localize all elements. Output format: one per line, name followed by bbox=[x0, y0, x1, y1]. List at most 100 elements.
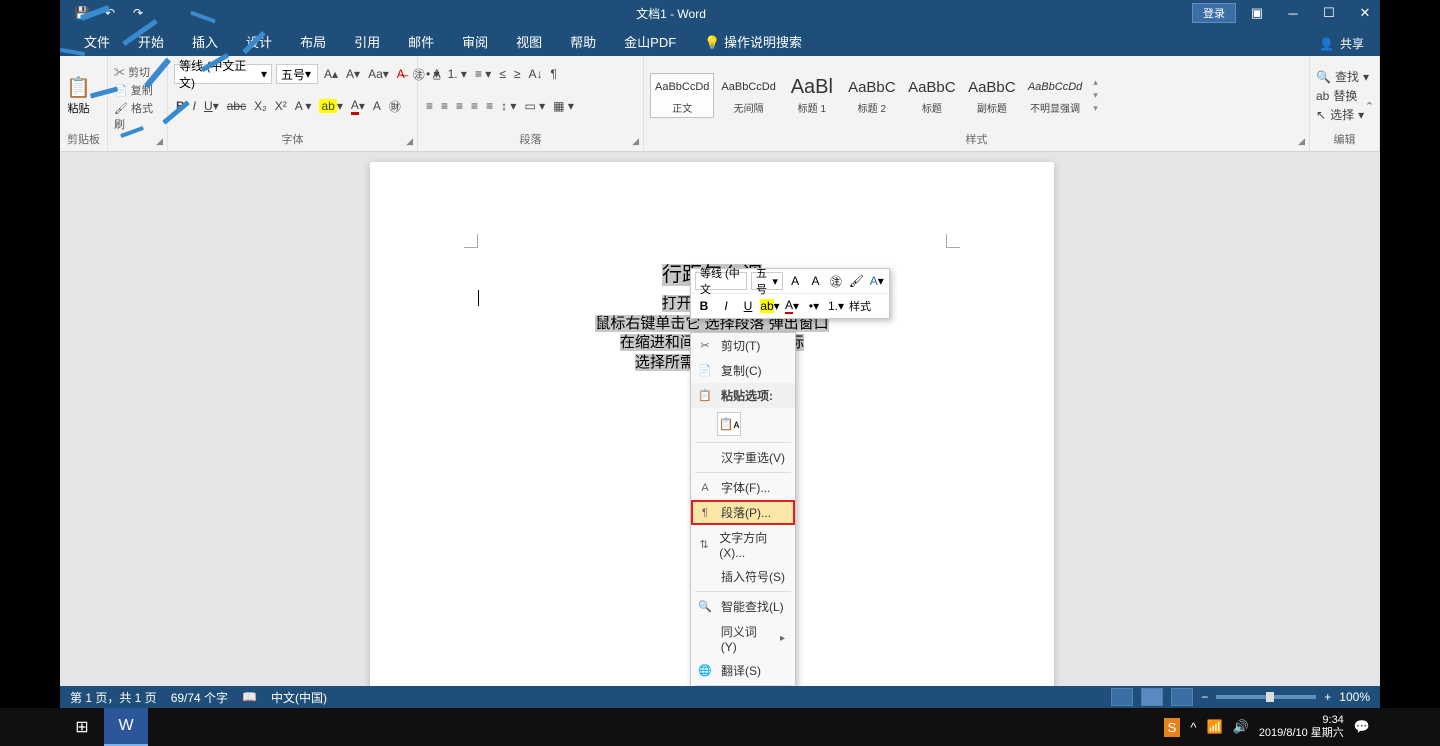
ctx-cut[interactable]: ✂剪切(T) bbox=[691, 333, 795, 358]
align-left-icon[interactable]: ≡ bbox=[424, 97, 435, 115]
replace-button[interactable]: ab替换 bbox=[1316, 87, 1369, 104]
style-item[interactable]: AaBl标题 1 bbox=[783, 73, 841, 118]
styles-launcher-icon[interactable]: ◢ bbox=[1298, 136, 1305, 147]
styles-more-icon[interactable]: ▾ bbox=[1093, 103, 1098, 114]
style-item[interactable]: AaBbCcDd无间隔 bbox=[716, 73, 780, 118]
zoom-thumb[interactable] bbox=[1266, 692, 1274, 702]
increase-indent-icon[interactable]: ≥ bbox=[512, 65, 523, 83]
word-count[interactable]: 69/74 个字 bbox=[171, 689, 228, 706]
align-center-icon[interactable]: ≡ bbox=[439, 97, 450, 115]
tell-me[interactable]: 💡 操作说明搜索 bbox=[690, 27, 816, 56]
save-icon[interactable]: 💾 bbox=[70, 1, 94, 25]
distribute-icon[interactable]: ≡ bbox=[484, 97, 495, 115]
style-item[interactable]: AaBbCcDd不明显强调 bbox=[1023, 73, 1087, 118]
taskbar-clock[interactable]: 9:34 2019/8/10 星期六 bbox=[1259, 714, 1344, 740]
numbering-icon[interactable]: 1. ▾ bbox=[446, 65, 469, 83]
line-spacing-icon[interactable]: ↕ ▾ bbox=[499, 97, 518, 115]
cut-button[interactable]: ✂ 剪切 bbox=[114, 64, 161, 80]
char-shading-icon[interactable]: A bbox=[371, 97, 383, 115]
view-print-icon[interactable] bbox=[1141, 688, 1163, 706]
style-item[interactable]: AaBbC标题 2 bbox=[843, 73, 901, 118]
ctx-translate[interactable]: 🌐翻译(S) bbox=[691, 658, 795, 683]
redo-icon[interactable]: ↷ bbox=[126, 1, 150, 25]
ctx-font[interactable]: A字体(F)... bbox=[691, 475, 795, 500]
mini-numbering-icon[interactable]: 1.▾ bbox=[827, 297, 845, 315]
text-effects-icon[interactable]: A ▾ bbox=[293, 97, 314, 115]
ctx-synonyms[interactable]: 同义词(Y)▸ bbox=[691, 619, 795, 658]
strike-button[interactable]: abc bbox=[225, 97, 248, 115]
mini-grow-icon[interactable]: A bbox=[787, 272, 803, 290]
tab-pdf[interactable]: 金山PDF bbox=[610, 27, 690, 56]
tray-notifications-icon[interactable]: 💬 bbox=[1354, 719, 1370, 735]
mini-shrink-icon[interactable]: A bbox=[807, 272, 823, 290]
tray-network-icon[interactable]: 📶 bbox=[1206, 719, 1222, 735]
style-item[interactable]: AaBbC副标题 bbox=[963, 73, 1021, 118]
mini-styles-button[interactable]: 样式 bbox=[849, 298, 871, 314]
share-button[interactable]: 共享 bbox=[1340, 35, 1364, 52]
bullets-icon[interactable]: • ▾ bbox=[424, 65, 442, 83]
start-button[interactable]: ⊞ bbox=[60, 708, 104, 746]
mini-bold-icon[interactable]: B bbox=[695, 297, 713, 315]
maximize-icon[interactable]: ☐ bbox=[1314, 1, 1344, 25]
tab-view[interactable]: 视图 bbox=[502, 27, 556, 56]
tab-insert[interactable]: 插入 bbox=[178, 27, 232, 56]
tab-help[interactable]: 帮助 bbox=[556, 27, 610, 56]
zoom-out-icon[interactable]: − bbox=[1201, 690, 1208, 704]
enclose-char-icon[interactable]: ㊖ bbox=[387, 96, 403, 117]
tray-sogou-icon[interactable]: S bbox=[1164, 718, 1181, 737]
styles-scroll-up-icon[interactable]: ▴ bbox=[1093, 77, 1098, 88]
styles-scroll-down-icon[interactable]: ▾ bbox=[1093, 90, 1098, 101]
select-button[interactable]: ↖选择 ▾ bbox=[1316, 106, 1369, 123]
format-painter-button[interactable]: 🖌 格式刷 bbox=[114, 100, 161, 132]
close-icon[interactable]: ✕ bbox=[1350, 1, 1380, 25]
clipboard-launcher-icon[interactable]: ◢ bbox=[156, 136, 163, 147]
spell-check-icon[interactable]: 📖 bbox=[242, 690, 257, 704]
page-count[interactable]: 第 1 页，共 1 页 bbox=[70, 689, 157, 706]
undo-icon[interactable]: ↶ bbox=[98, 1, 122, 25]
copy-button[interactable]: 📄 复制 bbox=[114, 82, 161, 98]
bold-button[interactable]: B bbox=[174, 97, 187, 115]
ctx-hanzi[interactable]: 汉字重选(V) bbox=[691, 445, 795, 470]
view-web-icon[interactable] bbox=[1171, 688, 1193, 706]
highlight-icon[interactable]: ab▾ bbox=[317, 97, 344, 115]
tab-mailings[interactable]: 邮件 bbox=[394, 27, 448, 56]
subscript-button[interactable]: X₂ bbox=[252, 97, 269, 115]
mini-styles-icon[interactable]: A▾ bbox=[869, 272, 885, 290]
ctx-insert-symbol[interactable]: 插入符号(S) bbox=[691, 564, 795, 589]
mini-highlight-icon[interactable]: ab▾ bbox=[761, 297, 779, 315]
style-item[interactable]: AaBbC标题 bbox=[903, 73, 961, 118]
collapse-ribbon-icon[interactable]: ⌃ bbox=[1365, 100, 1374, 113]
find-button[interactable]: 🔍查找 ▾ bbox=[1316, 68, 1369, 85]
style-item[interactable]: AaBbCcDd正文 bbox=[650, 73, 714, 118]
paste-keep-text-icon[interactable]: 📋ᴀ bbox=[717, 412, 741, 436]
language[interactable]: 中文(中国) bbox=[271, 689, 327, 706]
mini-format-painter-icon[interactable]: 🖌 bbox=[848, 272, 864, 290]
tab-file[interactable]: 文件 bbox=[70, 27, 124, 56]
zoom-in-icon[interactable]: + bbox=[1324, 690, 1331, 704]
ctx-copy[interactable]: 📄复制(C) bbox=[691, 358, 795, 383]
tray-volume-icon[interactable]: 🔊 bbox=[1233, 719, 1249, 735]
shrink-font-icon[interactable]: A▾ bbox=[344, 65, 362, 83]
paste-button[interactable]: 📋 粘贴 bbox=[66, 75, 91, 116]
mini-font-color-icon[interactable]: A▾ bbox=[783, 297, 801, 315]
tab-layout[interactable]: 布局 bbox=[286, 27, 340, 56]
shading-icon[interactable]: ▭ ▾ bbox=[522, 97, 547, 115]
font-name-select[interactable]: 等线 (中文正文) ▾ bbox=[174, 64, 272, 84]
grow-font-icon[interactable]: A▴ bbox=[322, 65, 340, 83]
ctx-paragraph[interactable]: ¶段落(P)... bbox=[691, 500, 795, 525]
multilevel-icon[interactable]: ≡ ▾ bbox=[473, 65, 493, 83]
superscript-button[interactable]: X² bbox=[273, 97, 289, 115]
clear-format-icon[interactable]: A̶ bbox=[395, 65, 407, 83]
tab-references[interactable]: 引用 bbox=[340, 27, 394, 56]
zoom-level[interactable]: 100% bbox=[1339, 690, 1370, 704]
ribbon-options-icon[interactable]: ▣ bbox=[1242, 1, 1272, 25]
borders-icon[interactable]: ▦ ▾ bbox=[551, 97, 576, 115]
mini-bullets-icon[interactable]: •▾ bbox=[805, 297, 823, 315]
mini-size-select[interactable]: 五号▾ bbox=[751, 272, 783, 290]
mini-font-select[interactable]: 等线 (中文 bbox=[695, 272, 747, 290]
align-justify-icon[interactable]: ≡ bbox=[469, 97, 480, 115]
change-case-icon[interactable]: Aa▾ bbox=[366, 65, 391, 83]
tray-chevron-icon[interactable]: ^ bbox=[1190, 720, 1196, 735]
ctx-text-direction[interactable]: ⇅文字方向(X)... bbox=[691, 525, 795, 564]
italic-button[interactable]: I bbox=[191, 97, 198, 115]
